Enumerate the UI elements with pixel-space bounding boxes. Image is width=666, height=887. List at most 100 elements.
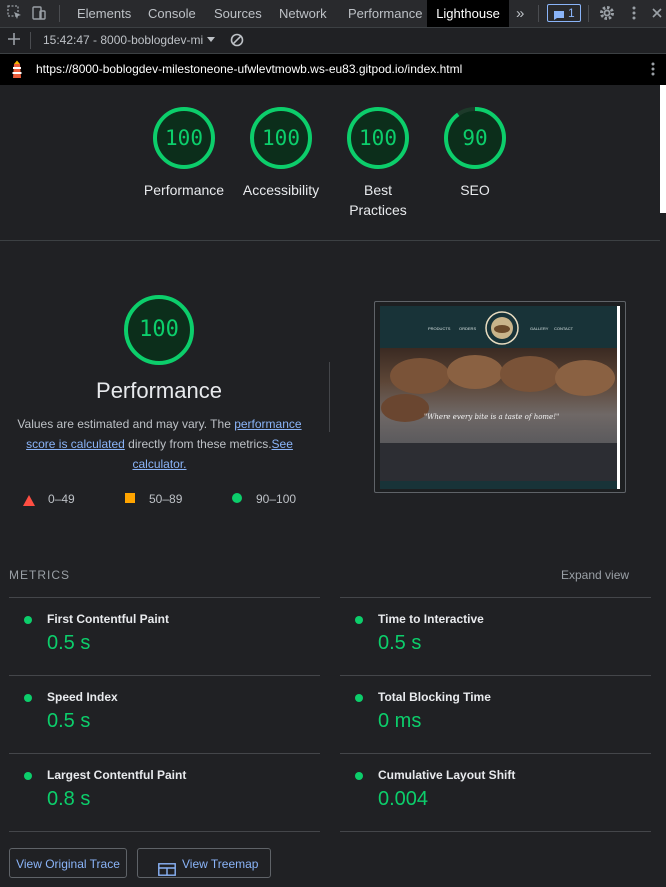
tab-elements[interactable]: Elements bbox=[77, 0, 131, 27]
url-bar: https://8000-boblogdev-milestoneone-ufwl… bbox=[0, 54, 666, 85]
pass-circle-icon bbox=[355, 694, 363, 702]
expand-view-button[interactable]: Expand view bbox=[561, 568, 629, 582]
metric-value: 0 ms bbox=[378, 710, 422, 732]
legend-label: 0–49 bbox=[48, 492, 75, 506]
screenshot-nav-item: PRODUCTS bbox=[428, 326, 451, 331]
average-square-icon bbox=[125, 493, 135, 503]
metric-total-blocking-time: Total Blocking Time 0 ms bbox=[340, 675, 651, 753]
main-score-value: 100 bbox=[139, 317, 179, 342]
fail-triangle-icon bbox=[23, 493, 35, 511]
performance-score-link[interactable]: performance bbox=[234, 417, 301, 431]
report-url[interactable]: https://8000-boblogdev-milestoneone-ufwl… bbox=[36, 62, 462, 76]
gauge-value: 100 bbox=[359, 126, 397, 150]
gauge-label: Best bbox=[363, 182, 392, 198]
divider bbox=[329, 362, 330, 432]
pass-circle-icon bbox=[24, 616, 32, 624]
pass-circle-icon bbox=[355, 772, 363, 780]
pass-circle-icon bbox=[232, 493, 242, 503]
lighthouse-icon bbox=[10, 60, 24, 84]
scrollbar-edge bbox=[660, 85, 666, 213]
metric-value: 0.5 s bbox=[378, 632, 422, 654]
divider bbox=[538, 5, 539, 22]
screenshot-scrollbar bbox=[617, 306, 620, 489]
device-toolbar-icon[interactable] bbox=[30, 4, 48, 22]
score-description: Values are estimated and may vary. The p… bbox=[12, 414, 307, 474]
description-text: directly from these metrics. bbox=[124, 437, 272, 451]
metric-first-contentful-paint: First Contentful Paint 0.5 s bbox=[9, 597, 320, 675]
lighthouse-toolbar: 15:42:47 - 8000-boblogdev-mi bbox=[0, 28, 666, 54]
divider bbox=[0, 240, 660, 241]
calculator-link[interactable]: See bbox=[272, 437, 293, 451]
tab-network[interactable]: Network bbox=[279, 0, 327, 27]
metric-value: 0.5 s bbox=[47, 632, 91, 654]
screenshot-tagline: "Where every bite is a taste of home!" bbox=[424, 413, 560, 421]
metric-value: 0.5 s bbox=[47, 710, 91, 732]
performance-score-link[interactable]: score is calculated bbox=[26, 437, 125, 451]
divider bbox=[30, 32, 31, 49]
calculator-link[interactable]: calculator. bbox=[132, 457, 186, 471]
message-icon bbox=[553, 8, 565, 26]
screenshot-nav-item: CONTACT bbox=[554, 326, 574, 331]
tab-console[interactable]: Console bbox=[148, 0, 196, 27]
view-original-trace-button[interactable]: View Original Trace bbox=[9, 848, 127, 878]
metric-cumulative-layout-shift: Cumulative Layout Shift 0.004 bbox=[340, 753, 651, 832]
main-performance-gauge: 100 bbox=[122, 293, 196, 367]
metric-speed-index: Speed Index 0.5 s bbox=[9, 675, 320, 753]
divider bbox=[588, 5, 589, 22]
inspect-element-icon[interactable] bbox=[6, 4, 24, 22]
metric-value: 0.004 bbox=[378, 788, 429, 810]
metric-title: Total Blocking Time bbox=[378, 690, 491, 704]
chevron-down-icon[interactable] bbox=[206, 33, 216, 51]
gauge-value: 100 bbox=[165, 126, 203, 150]
metric-title: Time to Interactive bbox=[378, 612, 484, 626]
gauge-label: Performance bbox=[143, 182, 225, 198]
devtools-tab-bar: Elements Console Sources Network Perform… bbox=[0, 0, 666, 28]
plus-icon[interactable] bbox=[6, 31, 22, 52]
metric-title: Largest Contentful Paint bbox=[47, 768, 187, 782]
close-icon[interactable] bbox=[648, 4, 666, 22]
tab-performance[interactable]: Performance bbox=[348, 0, 422, 27]
screenshot-footer bbox=[380, 481, 620, 489]
gauge-label: Accessibility bbox=[242, 182, 320, 198]
final-screenshot[interactable]: PRODUCTS ORDERS GALLERY CONTACT "Where e… bbox=[374, 301, 626, 493]
clear-icon[interactable] bbox=[229, 32, 245, 53]
metrics-heading: METRICS bbox=[9, 568, 70, 582]
gauge-performance[interactable]: 100 bbox=[151, 105, 217, 171]
issues-badge[interactable]: 1 bbox=[547, 4, 581, 22]
section-title: Performance bbox=[96, 378, 222, 403]
gauge-label: SEO bbox=[460, 182, 490, 198]
view-treemap-button[interactable]: View Treemap bbox=[137, 848, 271, 878]
metric-time-to-interactive: Time to Interactive 0.5 s bbox=[340, 597, 651, 675]
gauge-label: Practices bbox=[349, 202, 407, 218]
screenshot-nav-item: GALLERY bbox=[530, 326, 549, 331]
screenshot-page: PRODUCTS ORDERS GALLERY CONTACT "Where e… bbox=[380, 306, 620, 489]
pass-circle-icon bbox=[355, 616, 363, 624]
score-gauges: 100 Performance 100 Accessibility 100 Be… bbox=[0, 85, 660, 240]
more-vertical-icon[interactable] bbox=[647, 60, 659, 83]
tab-sources[interactable]: Sources bbox=[214, 0, 262, 27]
more-tabs-icon[interactable]: » bbox=[516, 0, 524, 27]
legend-label: 90–100 bbox=[256, 492, 297, 506]
gauge-accessibility[interactable]: 100 bbox=[248, 105, 314, 171]
divider bbox=[59, 5, 60, 22]
pass-circle-icon bbox=[24, 694, 32, 702]
screenshot-nav-item: ORDERS bbox=[459, 326, 477, 331]
gauge-seo[interactable]: 90 bbox=[442, 105, 508, 171]
more-vertical-icon[interactable] bbox=[625, 4, 643, 22]
legend-label: 50–89 bbox=[149, 492, 183, 506]
metric-title: Speed Index bbox=[47, 690, 118, 704]
metric-value: 0.8 s bbox=[47, 788, 91, 810]
treemap-label: View Treemap bbox=[182, 857, 259, 871]
gauge-best-practices[interactable]: 100 bbox=[345, 105, 411, 171]
screenshot-hero bbox=[380, 348, 620, 443]
metric-largest-contentful-paint: Largest Contentful Paint 0.8 s bbox=[9, 753, 320, 832]
issues-count: 1 bbox=[568, 6, 575, 20]
bakery-logo bbox=[484, 310, 520, 351]
metric-title: First Contentful Paint bbox=[47, 612, 169, 626]
gear-icon[interactable] bbox=[598, 4, 616, 22]
description-text: Values are estimated and may vary. The bbox=[17, 417, 235, 431]
treemap-icon bbox=[158, 857, 176, 887]
report-select[interactable]: 15:42:47 - 8000-boblogdev-mi bbox=[43, 33, 203, 47]
tab-lighthouse[interactable]: Lighthouse bbox=[427, 0, 509, 27]
pass-circle-icon bbox=[24, 772, 32, 780]
